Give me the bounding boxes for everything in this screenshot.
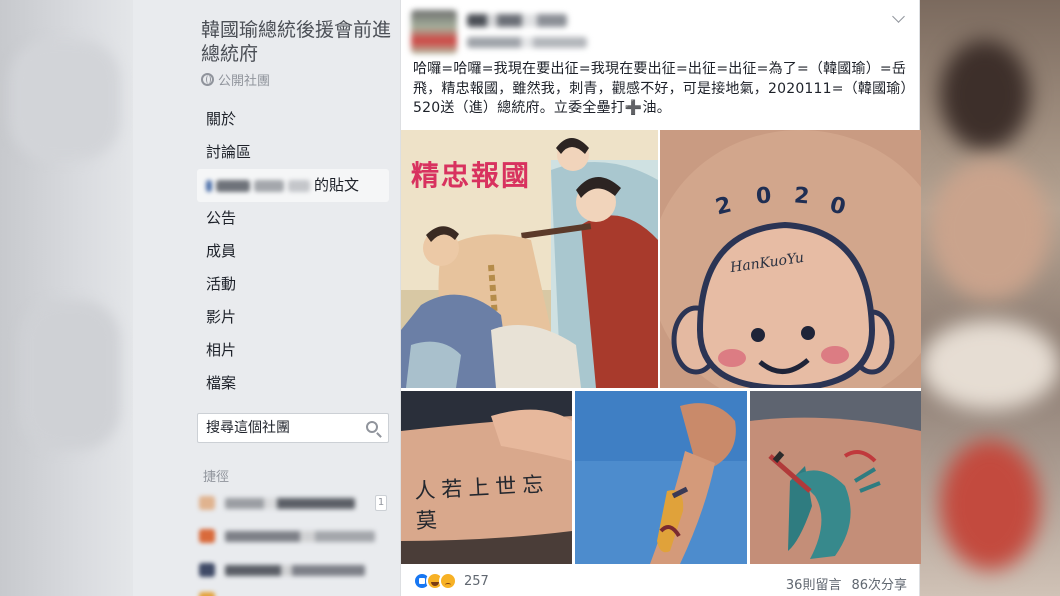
shortcut-item[interactable] [199,590,389,596]
author-name-blurred[interactable] [467,14,567,27]
comments-count[interactable]: 36則留言 [786,574,842,593]
nav-item-discussion[interactable]: 討論區 [197,136,389,169]
forearm-tattoo-text: 人若上世忘莫 [413,472,550,534]
shortcut-avatar [199,496,215,510]
photo-fist-tattoo[interactable] [575,391,747,564]
nav-item-videos[interactable]: 影片 [197,301,389,334]
globe-icon [201,73,214,86]
sad-icon [439,572,457,590]
photo-collage: 精忠報國 2 0 2 0 HanKuoYu 人若上世忘莫 [401,130,921,564]
nav-item-about[interactable]: 關於 [197,103,389,136]
hand-tattoo-illustration [750,391,921,564]
shortcut-item[interactable]: 1 [199,494,389,512]
blurred-member-name [206,179,212,192]
search-icon[interactable] [366,421,378,433]
blurred-background-right [920,0,1060,596]
group-privacy-label: 公開社團 [218,74,271,89]
post-meta-blurred [467,37,587,48]
shortcut-avatar [199,592,215,596]
nav-item-announcements[interactable]: 公告 [197,202,389,235]
shortcut-avatar [199,563,215,577]
reaction-count: 257 [464,573,489,589]
blurred-member-name [254,179,284,192]
group-sidebar: 韓國瑜總統後援會前進總統府 公開社團 關於 討論區 的貼文 公告 成員 活動 影… [133,0,396,596]
tattoo-year-digit: 2 [792,183,811,210]
nav-item-member-posts[interactable]: 的貼文 [197,169,389,202]
shortcut-label-blurred [225,531,375,542]
post-footer: 257 36則留言 86次分享 [401,566,921,596]
reaction-summary[interactable]: 257 [413,572,489,590]
shortcut-label-blurred [225,565,365,576]
group-search [197,413,389,443]
tattoo-year-digit: 0 [755,183,773,210]
fist-illustration [575,391,747,564]
shortcuts-heading: 捷徑 [203,470,230,485]
nav-item-photos[interactable]: 相片 [197,334,389,367]
blurred-member-name [288,179,310,192]
nav-item-events[interactable]: 活動 [197,268,389,301]
blurred-member-name [216,179,250,192]
shortcut-item[interactable] [199,527,389,545]
painting-caption: 精忠報國 [411,159,532,192]
group-search-input[interactable] [198,414,358,442]
shortcut-label-blurred [225,498,355,509]
group-privacy: 公開社團 [201,70,270,89]
photo-face-tattoo[interactable]: 2 0 2 0 HanKuoYu [660,130,921,388]
shares-count[interactable]: 86次分享 [851,574,907,593]
shortcut-avatar [199,529,215,543]
blurred-background-left [0,0,133,596]
photo-forearm-text-tattoo[interactable]: 人若上世忘莫 [401,391,572,564]
chevron-down-icon[interactable] [892,10,905,23]
nav-item-members[interactable]: 成員 [197,235,389,268]
post-text: 哈囉=哈囉=我現在要出征=我現在要出征=出征=出征=為了=（韓國瑜）=岳飛，精忠… [413,61,908,116]
group-nav: 關於 討論區 的貼文 公告 成員 活動 影片 相片 檔案 [197,103,389,400]
photo-painting[interactable]: 精忠報國 [401,130,658,388]
shortcut-item[interactable] [199,561,389,579]
group-post: 哈囉=哈囉=我現在要出征=我現在要出征=出征=出征=為了=（韓國瑜）=岳飛，精忠… [400,0,921,596]
nav-item-posts-label: 的貼文 [314,176,360,194]
author-avatar[interactable] [411,10,457,54]
comment-share-summary: 36則留言 86次分享 [786,574,907,593]
shortcut-count: 1 [375,495,387,511]
nav-item-files[interactable]: 檔案 [197,367,389,400]
group-title[interactable]: 韓國瑜總統後援會前進總統府 [201,18,391,66]
photo-hand-tattoo[interactable] [750,391,921,564]
